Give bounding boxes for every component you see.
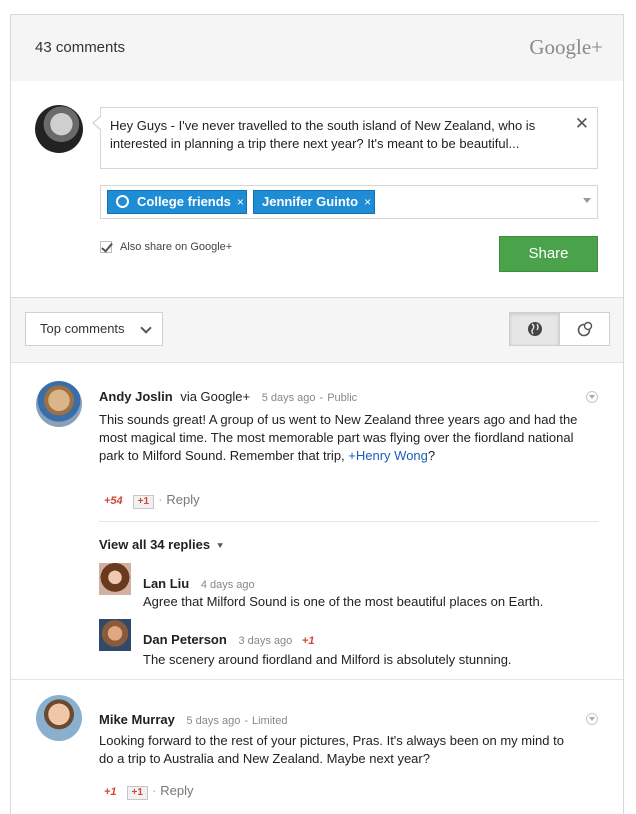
sort-selected-label: Top comments	[40, 321, 125, 336]
comment-count: 43 comments	[35, 39, 126, 56]
visibility-label: Limited	[252, 715, 288, 727]
reply-link[interactable]: Reply	[166, 492, 199, 507]
comment-actions: +54 +1 · Reply	[104, 492, 200, 509]
comment-text-part: ?	[427, 448, 436, 463]
remove-recipient-icon[interactable]: ×	[237, 195, 244, 209]
comment-menu-icon[interactable]	[586, 391, 598, 403]
separator: ·	[158, 492, 163, 507]
recipient-chip-jennifer-guinto[interactable]: Jennifer Guinto ×	[253, 190, 375, 214]
comment-actions: +1 +1 · Reply	[104, 783, 194, 800]
view-replies-label: View all 34 replies	[99, 537, 211, 552]
avatar[interactable]	[99, 563, 131, 595]
plus-one-button[interactable]: +1	[126, 786, 148, 800]
author-name[interactable]: Andy Joslin	[99, 389, 173, 404]
chevron-down-icon	[140, 322, 152, 334]
comment-text: This sounds great! A group of us went to…	[99, 411, 599, 465]
recipient-chip-college-friends[interactable]: College friends ×	[107, 190, 247, 214]
comment-header: Andy Joslin via Google+ 5 days ago - Publi…	[99, 389, 357, 404]
view-toggle	[509, 312, 610, 346]
reply-text: Agree that Milford Sound is one of the m…	[143, 594, 544, 609]
separator: ·	[151, 783, 157, 798]
timestamp[interactable]: 3 days ago	[238, 635, 292, 647]
divider	[11, 679, 623, 680]
separator: -	[319, 392, 324, 404]
share-button[interactable]: Share	[499, 236, 598, 272]
comment-text: Looking forward to the rest of your pict…	[99, 733, 564, 766]
comment-textbox[interactable]: Hey Guys - I've never travelled to the s…	[92, 107, 598, 169]
reply-header: Lan Liu 4 days ago	[143, 576, 255, 591]
plus-count: +54	[104, 495, 123, 507]
google-plus-logo[interactable]: Google+	[529, 35, 603, 60]
via-label: via Google+	[180, 389, 251, 404]
comment-text[interactable]: Hey Guys - I've never travelled to the s…	[110, 117, 570, 153]
plus-count: +1	[301, 635, 315, 647]
timestamp[interactable]: 5 days ago	[262, 392, 316, 404]
plus-count: +1	[104, 786, 117, 798]
circles-view-toggle[interactable]	[559, 312, 610, 346]
comment-text-part: This sounds great! A group of us went to…	[99, 412, 578, 463]
compose-area: Hey Guys - I've never travelled to the s…	[11, 81, 623, 298]
avatar[interactable]	[99, 619, 131, 651]
remove-recipient-icon[interactable]: ×	[364, 195, 371, 209]
author-name[interactable]: Dan Peterson	[143, 632, 227, 647]
author-name[interactable]: Mike Murray	[99, 712, 175, 727]
comment-menu-icon[interactable]	[586, 713, 598, 725]
expand-icon: ⯆	[216, 541, 225, 552]
comment-header: Mike Murray 5 days ago - Limited	[99, 712, 287, 727]
recipients-dropdown-icon[interactable]	[583, 198, 591, 203]
plus-one-button[interactable]: +1	[132, 495, 155, 509]
sort-bar: Top comments	[11, 298, 623, 363]
circle-icon	[116, 195, 129, 208]
close-icon[interactable]: ✕	[575, 114, 589, 134]
reply-link[interactable]: Reply	[160, 783, 193, 798]
avatar[interactable]	[36, 695, 82, 741]
reply-header: Dan Peterson 3 days ago +1	[143, 632, 314, 647]
separator: -	[244, 715, 248, 727]
author-name[interactable]: Lan Liu	[143, 576, 189, 591]
also-share-checkbox[interactable]	[100, 241, 112, 253]
recipient-label: College friends	[137, 194, 231, 209]
also-share-option[interactable]: Also share on Google+	[100, 241, 232, 253]
globe-icon	[528, 322, 542, 336]
share-recipients-field[interactable]: College friends × Jennifer Guinto ×	[100, 185, 598, 219]
mention-link[interactable]: +Henry Wong	[348, 448, 428, 463]
circles-icon	[577, 321, 593, 337]
divider	[99, 521, 599, 522]
reply-text: The scenery around fiordland and Milford…	[143, 652, 512, 667]
sort-dropdown[interactable]: Top comments	[25, 312, 163, 346]
timestamp[interactable]: 4 days ago	[201, 579, 255, 591]
view-replies-link[interactable]: View all 34 replies ⯆	[99, 537, 224, 552]
comments-widget: 43 comments Google+ Hey Guys - I've neve…	[10, 14, 624, 814]
avatar[interactable]	[36, 381, 82, 427]
widget-header: 43 comments Google+	[11, 15, 623, 81]
timestamp[interactable]: 5 days ago	[187, 715, 241, 727]
also-share-label: Also share on Google+	[120, 241, 233, 253]
public-view-toggle[interactable]	[509, 312, 560, 346]
recipient-label: Jennifer Guinto	[262, 194, 359, 209]
visibility-label: Public	[327, 392, 358, 404]
current-user-avatar	[35, 105, 83, 153]
